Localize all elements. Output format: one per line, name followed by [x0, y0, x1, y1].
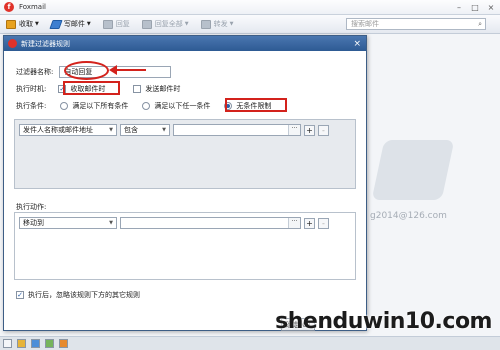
dialog-title: 新建过滤器规则 — [21, 39, 70, 48]
execute-timing-label: 执行时机: — [16, 85, 47, 93]
chevron-down-icon: ▼ — [109, 220, 113, 226]
action-type-value: 移动到 — [23, 219, 44, 227]
on-send-label: 发送邮件时 — [145, 85, 181, 93]
annotation-rect-receive — [63, 81, 120, 95]
receive-label: 收取 — [19, 20, 33, 28]
foxmail-background-logo — [371, 140, 455, 200]
reply-all-button[interactable]: 回复全部 ▼ — [141, 19, 189, 29]
feeds-nav-icon[interactable] — [59, 339, 68, 348]
watermark-text: shenduwin10.com — [275, 309, 492, 334]
action-panel: 移动到 ▼ ··· + - — [14, 212, 356, 280]
dialog-close-button[interactable]: × — [353, 39, 361, 49]
condition-field-select[interactable]: 发件人名称或邮件地址 ▼ — [19, 124, 117, 136]
condition-all-radio[interactable] — [60, 102, 69, 110]
browse-button[interactable]: ··· — [288, 125, 300, 135]
stop-rules-label: 执行后，忽略该规则下方的其它规则 — [28, 291, 140, 299]
compose-label: 写邮件 — [63, 20, 85, 28]
condition-all-option[interactable]: 满足以下所有条件 — [60, 101, 128, 111]
condition-all-label: 满足以下所有条件 — [72, 102, 129, 110]
action-label: 执行动作: — [16, 203, 47, 211]
compose-button[interactable]: 写邮件 ▼ — [49, 19, 91, 29]
remove-action-button[interactable]: - — [318, 217, 329, 229]
action-value-input[interactable]: ··· — [120, 217, 301, 229]
condition-any-option[interactable]: 满足以下任一条件 — [142, 101, 210, 111]
chevron-down-icon[interactable]: ▼ — [35, 21, 39, 27]
forward-label: 转发 — [213, 20, 228, 28]
dialog-title-bar: 新建过滤器规则 × — [4, 36, 366, 51]
forward-button[interactable]: 转发 ▼ — [200, 19, 234, 29]
filter-name-label: 过滤器名称: — [16, 68, 54, 76]
app-title: Foxmail — [19, 3, 46, 11]
chevron-down-icon[interactable]: ▼ — [185, 21, 189, 27]
annotation-ellipse — [64, 61, 109, 80]
condition-label: 执行条件: — [16, 102, 47, 110]
calendar-nav-icon[interactable] — [31, 339, 40, 348]
stop-rules-row[interactable]: ✓ 执行后，忽略该规则下方的其它规则 — [16, 290, 140, 300]
inbox-icon — [6, 19, 16, 29]
foxmail-app: f Foxmail – □ × 收取 ▼ 写邮件 ▼ 回复 回复全部 ▼ 转发 … — [0, 0, 500, 350]
reply-label: 回复 — [115, 20, 130, 28]
action-row: 执行动作: — [16, 202, 46, 212]
app-title-bar: f Foxmail – □ × — [0, 0, 500, 15]
condition-panel: 发件人名称或邮件地址 ▼ 包含 ▼ ··· + - — [14, 119, 356, 189]
foxmail-logo-icon: f — [4, 2, 14, 12]
minimize-button[interactable]: – — [454, 3, 464, 12]
condition-any-label: 满足以下任一条件 — [154, 102, 211, 110]
search-input[interactable]: 搜索邮件 ⌕ — [346, 18, 486, 30]
on-send-checkbox[interactable] — [133, 85, 142, 93]
chevron-down-icon: ▼ — [162, 127, 166, 133]
condition-any-radio[interactable] — [142, 102, 151, 110]
tasks-nav-icon[interactable] — [45, 339, 54, 348]
reply-icon — [102, 19, 113, 29]
annotation-rect-no-condition — [225, 98, 287, 112]
chevron-down-icon: ▼ — [109, 127, 113, 133]
chevron-down-icon[interactable]: ▼ — [87, 21, 91, 27]
mail-nav-icon[interactable] — [3, 339, 12, 348]
on-send-option[interactable]: 发送邮件时 — [133, 84, 180, 94]
condition-operator-value: 包含 — [124, 126, 138, 134]
annotation-arrow — [109, 65, 146, 75]
window-controls: – □ × — [454, 3, 496, 12]
action-rule-row: 移动到 ▼ ··· + - — [19, 217, 329, 229]
bottom-navigation-bar — [0, 336, 500, 350]
condition-field-value: 发件人名称或邮件地址 — [23, 126, 93, 134]
maximize-button[interactable]: □ — [470, 3, 480, 12]
close-window-button[interactable]: × — [486, 3, 496, 12]
search-placeholder: 搜索邮件 — [351, 20, 379, 28]
reply-all-icon — [141, 19, 152, 29]
compose-icon — [49, 19, 63, 29]
new-filter-rule-dialog: 新建过滤器规则 × 过滤器名称: 自动回复 执行时机: ✓ 收取邮件时 发送邮件… — [3, 35, 367, 331]
account-email-fragment: g2014@126.com — [370, 211, 447, 221]
chevron-down-icon[interactable]: ▼ — [230, 21, 234, 27]
condition-value-input[interactable]: ··· — [173, 124, 301, 136]
browse-button[interactable]: ··· — [288, 218, 300, 228]
condition-rule-row: 发件人名称或邮件地址 ▼ 包含 ▼ ··· + - — [19, 124, 329, 136]
add-action-button[interactable]: + — [304, 217, 315, 229]
foxmail-small-icon — [8, 39, 17, 48]
condition-operator-select[interactable]: 包含 ▼ — [120, 124, 170, 136]
forward-icon — [200, 19, 211, 29]
action-type-select[interactable]: 移动到 ▼ — [19, 217, 117, 229]
main-toolbar: 收取 ▼ 写邮件 ▼ 回复 回复全部 ▼ 转发 ▼ 搜索邮件 ⌕ — [0, 15, 500, 34]
reply-button[interactable]: 回复 — [102, 19, 130, 29]
receive-button[interactable]: 收取 ▼ — [6, 19, 39, 29]
search-icon[interactable]: ⌕ — [478, 20, 482, 29]
stop-rules-checkbox[interactable]: ✓ — [16, 291, 24, 299]
reply-all-label: 回复全部 — [154, 20, 183, 28]
contacts-nav-icon[interactable] — [17, 339, 26, 348]
remove-condition-button[interactable]: - — [318, 124, 329, 136]
add-condition-button[interactable]: + — [304, 124, 315, 136]
